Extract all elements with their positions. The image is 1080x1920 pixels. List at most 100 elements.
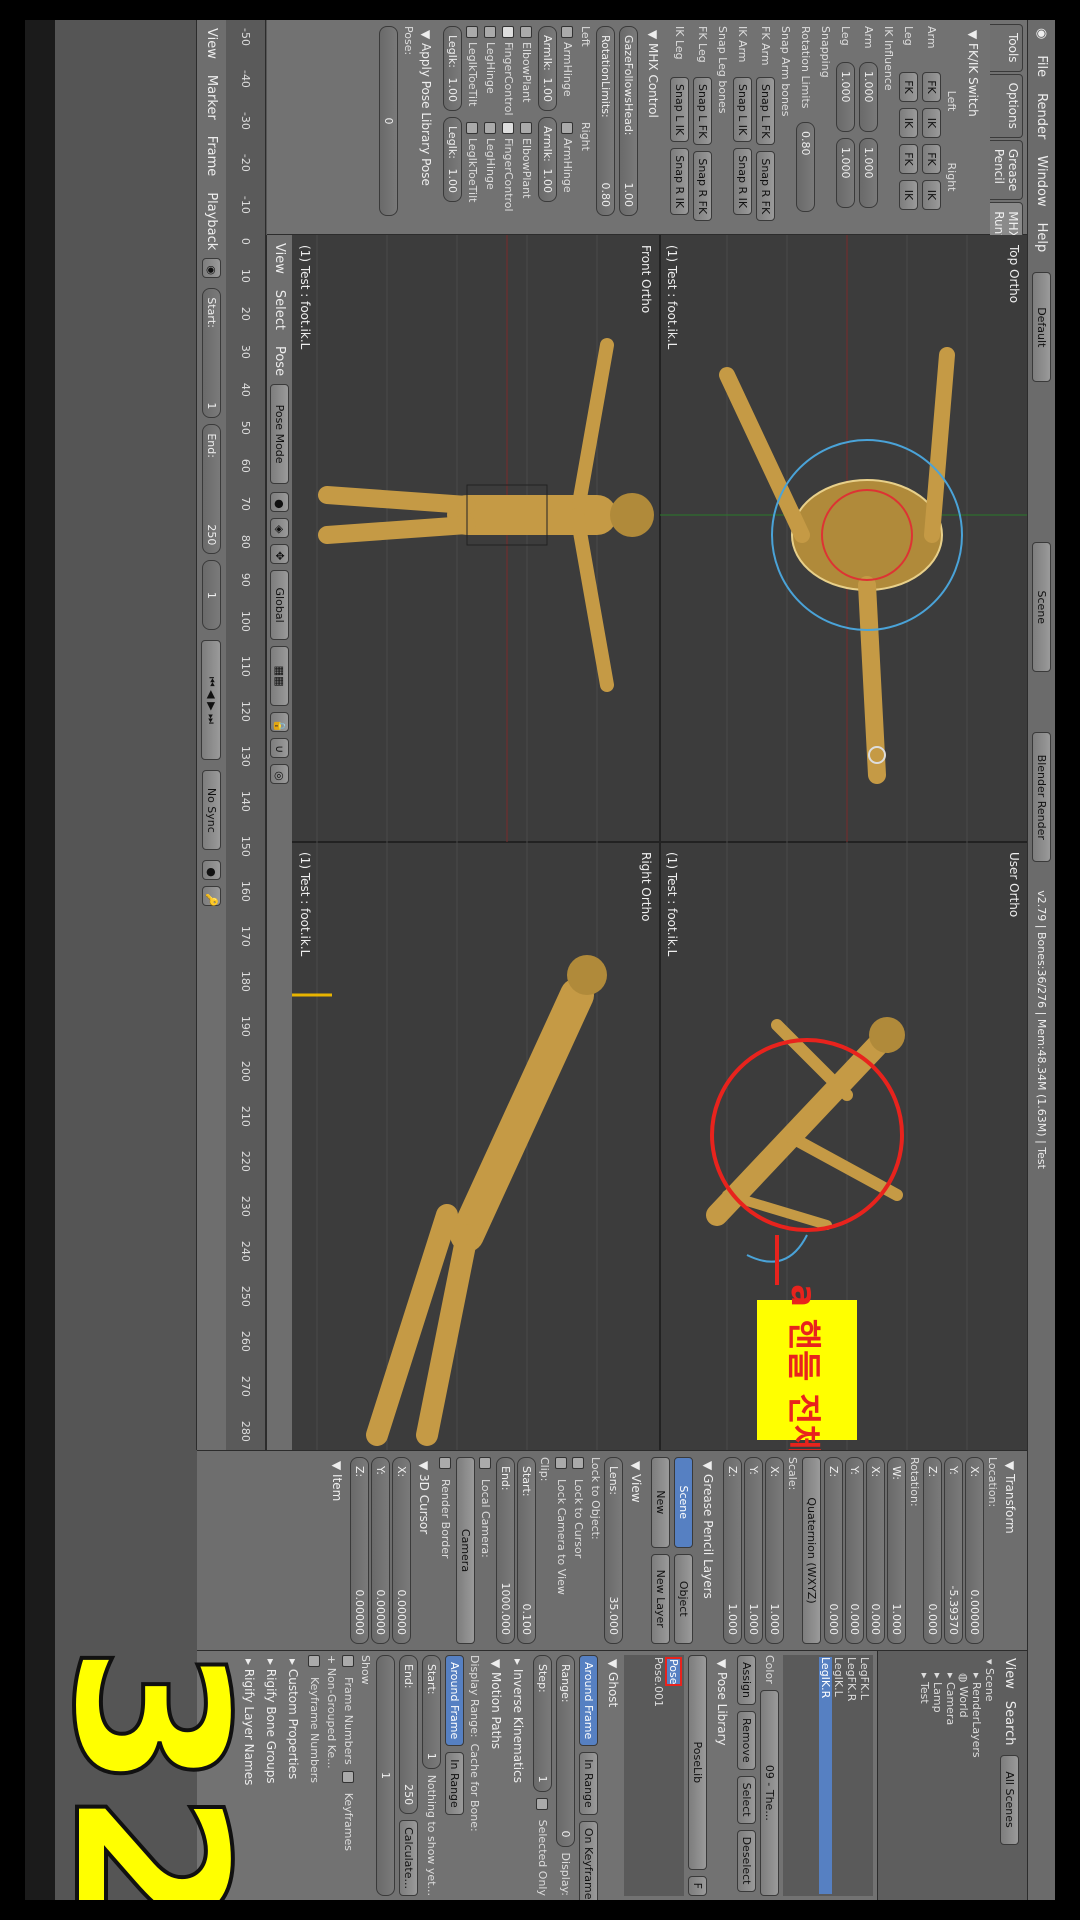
scene-selector[interactable]: Scene — [1032, 542, 1051, 673]
item-header[interactable]: ▼ Item — [326, 1457, 348, 1644]
fkik-panel-header[interactable]: ▼ FK/IK Switch — [962, 26, 984, 228]
apply-pose-header[interactable]: ▼ Apply Pose Library Pose — [415, 26, 437, 228]
cursor-z-field[interactable]: Z: 0.00000 — [350, 1457, 369, 1644]
local-camera-checkbox[interactable] — [479, 1457, 492, 1469]
rot-x-field[interactable]: X: 0.000 — [866, 1457, 885, 1644]
leg-ik-left-field[interactable]: LegIk: 1.00 — [443, 26, 462, 111]
leg-influence-left[interactable]: 1.000 — [836, 62, 855, 132]
ik-header[interactable]: ▸ Inverse Kinematics — [507, 1655, 529, 1896]
arm-influence-right[interactable]: 1.000 — [859, 138, 878, 208]
assign-button[interactable]: Assign — [737, 1655, 756, 1705]
mp-around-frame-button[interactable]: Around Frame — [445, 1655, 464, 1747]
leg-right-fk-button[interactable]: FK — [899, 144, 918, 174]
leg-left-fk-button[interactable]: FK — [899, 72, 918, 102]
scale-y-field[interactable]: Y: 1.000 — [744, 1457, 763, 1644]
3d-cursor-header[interactable]: ▼ 3D Cursor — [413, 1457, 435, 1644]
ghost-on-keyframes-button[interactable]: On Keyframes — [579, 1820, 598, 1900]
clip-start-field[interactable]: Start: 0.100 — [517, 1457, 536, 1644]
pose-item[interactable]: Pose.001 — [652, 1657, 665, 1894]
rot-y-field[interactable]: Y: 0.000 — [845, 1457, 864, 1644]
arm-right-ik-button[interactable]: IK — [922, 180, 941, 210]
timeline-frame-menu[interactable]: Frame — [204, 128, 219, 185]
pose-library-header[interactable]: ▼ Pose Library — [711, 1655, 733, 1896]
rotation-mode-selector[interactable]: Quaternion (WXYZ) — [802, 1457, 821, 1644]
viewport-view-menu[interactable]: View — [272, 235, 287, 282]
mp-step-field[interactable]: 1 — [376, 1655, 395, 1896]
end-frame-field[interactable]: End: 250 — [202, 424, 221, 555]
mp-end-field[interactable]: End: 250 — [399, 1655, 418, 1815]
menu-window[interactable]: Window — [1034, 147, 1049, 214]
arm-hinge-left-checkbox[interactable]: ArmHinge — [561, 26, 575, 116]
lock-camera-checkbox[interactable] — [555, 1457, 568, 1469]
orientation-selector[interactable]: Global — [270, 570, 289, 641]
keying-set-icon[interactable]: 🔑 — [202, 886, 221, 907]
menu-help[interactable]: Help — [1034, 215, 1049, 261]
selected-only-checkbox[interactable] — [536, 1797, 549, 1810]
bone-group-item[interactable]: LegFK.R — [845, 1657, 858, 1894]
bone-group-item[interactable]: LegIK.L — [832, 1657, 845, 1894]
checkbox[interactable] — [484, 26, 497, 38]
elbow-plant-left-checkbox[interactable]: ElbowPlant — [520, 26, 534, 116]
arm-hinge-right-checkbox[interactable]: ArmHinge — [561, 122, 575, 193]
mp-start-field[interactable]: Start: 1 — [422, 1655, 441, 1769]
snap-magnet-icon[interactable]: ∪ — [270, 738, 289, 759]
mode-selector[interactable]: Pose Mode — [270, 384, 289, 485]
leg-ik-toe-right-checkbox[interactable]: LegIkToeTilt — [466, 122, 480, 202]
checkbox[interactable] — [561, 122, 574, 134]
auto-key-icon[interactable]: ● — [202, 860, 221, 881]
loc-x-field[interactable]: X: 0.00000 — [965, 1457, 984, 1644]
bone-group-item-selected[interactable]: LegIK.R — [819, 1657, 832, 1894]
ghost-around-frame-button[interactable]: Around Frame — [579, 1655, 598, 1747]
loc-y-field[interactable]: Y: -5.39370 — [944, 1457, 963, 1644]
pose-list[interactable]: Pose Pose.001 — [624, 1655, 684, 1896]
remove-button[interactable]: Remove — [737, 1711, 756, 1770]
cursor-y-field[interactable]: Y: 0.00000 — [371, 1457, 390, 1644]
manipulator-icon[interactable]: ✥ — [270, 544, 289, 565]
finger-control-right-checkbox[interactable]: FingerControl — [502, 122, 516, 212]
view-header[interactable]: ▼ View — [625, 1457, 647, 1644]
snap-l-fk-leg-button[interactable]: Snap L FK — [693, 77, 712, 146]
rot-w-field[interactable]: W: 1.000 — [887, 1457, 906, 1644]
mhx-control-header[interactable]: ▼ MHX Control — [642, 26, 664, 228]
outliner-view-menu[interactable]: View — [1002, 1655, 1017, 1692]
keyframe-numbers-checkbox[interactable] — [308, 1655, 321, 1667]
camera-field[interactable]: Camera — [456, 1457, 475, 1644]
checkbox[interactable] — [484, 122, 497, 134]
keyframes-checkbox[interactable] — [342, 1770, 355, 1783]
timeline-view-menu[interactable]: View — [204, 20, 219, 67]
checkbox[interactable] — [561, 26, 574, 38]
outliner-scene[interactable]: ▾ Scene — [983, 1659, 996, 1896]
leg-ik-right-field[interactable]: LegIk: 1.00 — [443, 117, 462, 202]
render-camera-icon[interactable]: ◎ — [270, 764, 289, 785]
tab-grease-pencil[interactable]: Grease Pencil — [990, 139, 1023, 201]
render-border-checkbox[interactable] — [439, 1457, 452, 1469]
shading-sphere-icon[interactable]: ● — [270, 492, 289, 513]
3d-viewport[interactable]: Top Ortho (1) Test : foot.ik.L User Orth… — [292, 235, 1027, 1456]
timeline-marker-menu[interactable]: Marker — [204, 67, 219, 128]
finger-control-left-checkbox[interactable]: FingerControl — [502, 26, 516, 116]
outliner-search-menu[interactable]: Search — [1002, 1698, 1017, 1749]
arm-ik-right-field[interactable]: ArmIk: 1.00 — [538, 117, 557, 202]
tab-options[interactable]: Options — [990, 73, 1023, 138]
clip-end-field[interactable]: End: 1000.000 — [496, 1457, 515, 1644]
outliner-test[interactable]: ▸ Test — [918, 1673, 931, 1896]
checkbox[interactable] — [502, 26, 515, 38]
leg-influence-right[interactable]: 1.000 — [836, 138, 855, 208]
rot-z-field[interactable]: Z: 0.000 — [824, 1457, 843, 1644]
arm-left-fk-button[interactable]: FK — [922, 72, 941, 102]
loc-z-field[interactable]: Z: 0.000 — [923, 1457, 942, 1644]
viewport-pose-menu[interactable]: Pose — [272, 338, 287, 384]
ghost-step-field[interactable]: Step: 1 — [533, 1655, 552, 1792]
poselib-selector[interactable]: PoseLib — [688, 1655, 707, 1870]
start-frame-field[interactable]: Start: 1 — [202, 288, 221, 419]
outliner-display-selector[interactable]: All Scenes — [1000, 1754, 1019, 1845]
leg-left-ik-button[interactable]: IK — [899, 108, 918, 138]
leg-right-ik-button[interactable]: IK — [899, 180, 918, 210]
checkbox[interactable] — [520, 26, 533, 38]
bone-groups-list[interactable]: LegFK.L LegFK.R LegIK.L LegIK.R — [783, 1655, 873, 1896]
deselect-button[interactable]: Deselect — [737, 1829, 756, 1892]
playback-controls[interactable]: ⏮ ◀ ▶ ⏭ — [201, 640, 222, 761]
menu-render[interactable]: Render — [1034, 85, 1049, 147]
checkbox[interactable] — [520, 122, 533, 134]
snap-l-fk-arm-button[interactable]: Snap L FK — [756, 77, 775, 146]
